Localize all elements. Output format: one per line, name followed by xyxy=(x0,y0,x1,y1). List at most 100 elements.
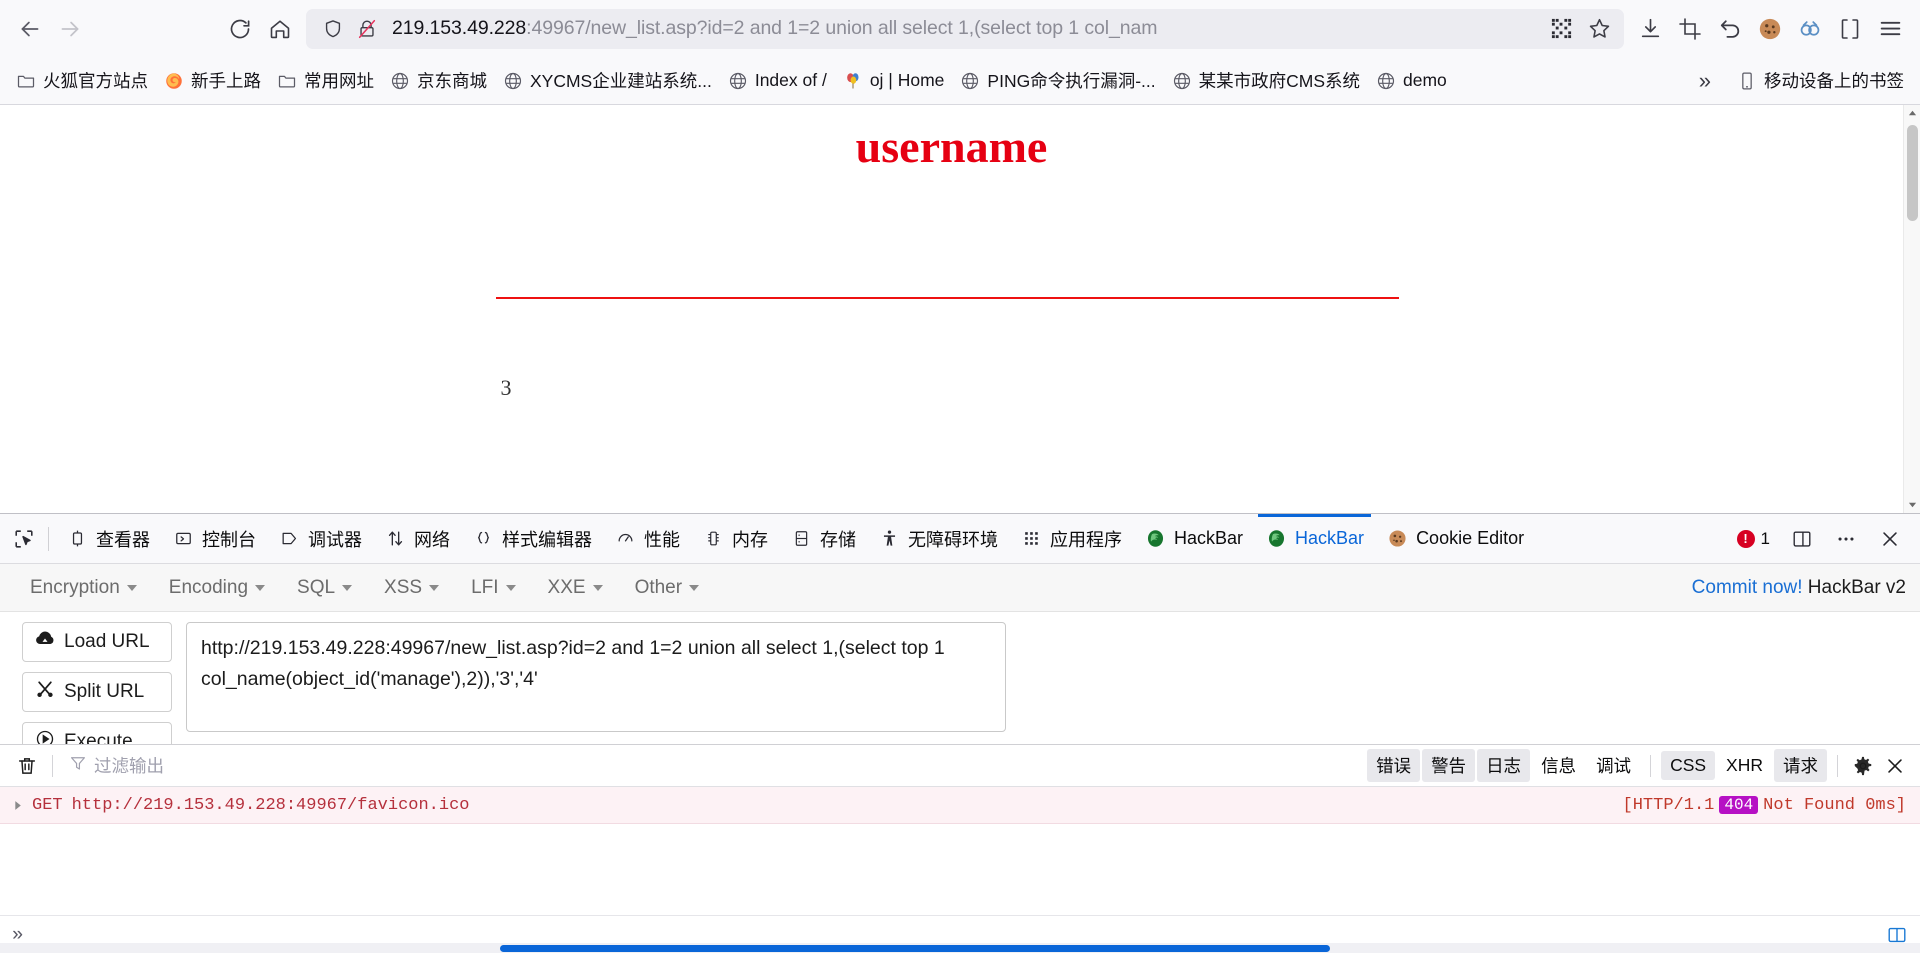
bookmark-item[interactable]: 常用网址 xyxy=(269,64,382,97)
reload-button[interactable] xyxy=(220,11,260,47)
tab-application[interactable]: 应用程序 xyxy=(1009,514,1133,563)
downloads-button[interactable] xyxy=(1630,11,1670,47)
inspector-icon xyxy=(66,528,88,550)
bookmark-item[interactable]: 新手上路 xyxy=(156,64,269,97)
menu-xss[interactable]: XSS xyxy=(368,577,455,599)
filter-debug-button[interactable]: 调试 xyxy=(1587,749,1640,782)
hackbar-icon xyxy=(1265,528,1287,550)
tab-hackbar-2[interactable]: HackBar xyxy=(1254,514,1375,563)
element-picker-icon[interactable] xyxy=(6,514,42,563)
menu-xxe[interactable]: XXE xyxy=(532,577,619,599)
execute-button[interactable]: Execute xyxy=(22,722,172,744)
bookmarks-chevron-icon[interactable]: » xyxy=(1685,66,1725,96)
menu-encoding[interactable]: Encoding xyxy=(153,577,281,599)
chevron-down-icon xyxy=(255,584,266,591)
close-icon[interactable] xyxy=(1870,521,1910,557)
load-url-button[interactable]: Load URL xyxy=(22,622,172,662)
scroll-down-arrow[interactable] xyxy=(1904,496,1920,513)
page-content: username 3 xyxy=(0,105,1903,513)
filter-errors-button[interactable]: 错误 xyxy=(1367,749,1421,782)
bookmark-item[interactable]: PING命令执行漏洞-... xyxy=(952,64,1163,97)
devtools-toolbar-actions: ! 1 xyxy=(1729,521,1914,557)
bookmark-item[interactable]: 某某市政府CMS系统 xyxy=(1164,64,1368,97)
tab-network[interactable]: 网络 xyxy=(373,514,461,563)
request-method: GET xyxy=(32,795,63,815)
proxy-extension-icon[interactable] xyxy=(1790,11,1830,47)
bookmark-item[interactable]: demo xyxy=(1368,66,1455,95)
qr-code-icon[interactable] xyxy=(1542,12,1580,46)
filter-logs-button[interactable]: 日志 xyxy=(1477,749,1531,782)
tab-debugger[interactable]: 调试器 xyxy=(267,514,373,563)
tab-performance[interactable]: 性能 xyxy=(603,514,691,563)
forward-button[interactable] xyxy=(50,11,90,47)
tab-hackbar-1[interactable]: HackBar xyxy=(1133,514,1254,563)
navigation-toolbar: 219.153.49.228:49967/new_list.asp?id=2 a… xyxy=(0,0,1920,57)
page-vertical-scrollbar[interactable] xyxy=(1903,105,1920,513)
devtools-horizontal-scrollbar[interactable] xyxy=(0,943,1920,953)
console-filter-buttons: 错误 警告 日志 信息 调试 CSS XHR 请求 xyxy=(1367,749,1910,782)
url-bar[interactable]: 219.153.49.228:49967/new_list.asp?id=2 a… xyxy=(306,8,1624,49)
undo-button[interactable] xyxy=(1710,11,1750,47)
menu-other[interactable]: Other xyxy=(619,577,716,599)
menu-lfi[interactable]: LFI xyxy=(455,577,531,599)
triangle-right-icon[interactable] xyxy=(12,800,32,811)
menu-sql[interactable]: SQL xyxy=(281,577,368,599)
bookmark-label: 常用网址 xyxy=(304,71,374,91)
commit-now-link[interactable]: Commit now! xyxy=(1692,577,1803,598)
tab-console[interactable]: 控制台 xyxy=(161,514,267,563)
scrollbar-thumb[interactable] xyxy=(500,945,1330,952)
home-button[interactable] xyxy=(260,11,300,47)
console-filter-input[interactable]: 过滤输出 xyxy=(69,753,164,778)
back-button[interactable] xyxy=(10,11,50,47)
url-host: 219.153.49.228 xyxy=(392,17,527,39)
console-message-list: GET http://219.153.49.228:49967/favicon.… xyxy=(0,787,1920,915)
tab-storage[interactable]: 存储 xyxy=(779,514,867,563)
tab-memory[interactable]: 内存 xyxy=(691,514,779,563)
hackbar-cookie-icon[interactable] xyxy=(1750,11,1790,47)
shield-icon[interactable] xyxy=(316,13,350,45)
split-console-icon[interactable] xyxy=(1782,521,1822,557)
tab-accessibility[interactable]: 无障碍环境 xyxy=(867,514,1009,563)
container-tabs-button[interactable] xyxy=(1830,11,1870,47)
url-text[interactable]: 219.153.49.228:49967/new_list.asp?id=2 a… xyxy=(392,17,1542,40)
devtools-error-count[interactable]: ! 1 xyxy=(1729,529,1778,549)
scroll-up-arrow[interactable] xyxy=(1904,105,1920,122)
meatball-menu-icon[interactable] xyxy=(1826,521,1866,557)
tab-inspector[interactable]: 查看器 xyxy=(55,514,161,563)
request-status: [HTTP/1.1 404 Not Found 0ms] xyxy=(1623,796,1906,815)
bookmark-item[interactable]: XYCMS企业建站系统... xyxy=(495,64,720,97)
console-message-row[interactable]: GET http://219.153.49.228:49967/favicon.… xyxy=(0,787,1920,824)
menu-encryption[interactable]: Encryption xyxy=(14,577,153,599)
filter-info-button[interactable]: 信息 xyxy=(1532,749,1585,782)
tab-label: 存储 xyxy=(820,529,856,550)
folder-icon xyxy=(278,75,296,87)
trash-icon[interactable] xyxy=(10,755,44,777)
gear-icon[interactable] xyxy=(1848,751,1878,781)
horizontal-rule xyxy=(496,297,1399,299)
network-icon xyxy=(384,528,406,550)
close-icon[interactable] xyxy=(1880,751,1910,781)
star-outline-icon[interactable] xyxy=(1580,12,1618,46)
status-badge: 404 xyxy=(1719,796,1759,814)
scrollbar-thumb[interactable] xyxy=(1907,125,1918,221)
screenshot-crop-button[interactable] xyxy=(1670,11,1710,47)
bookmark-item[interactable]: 京东商城 xyxy=(382,64,495,97)
filter-warnings-button[interactable]: 警告 xyxy=(1422,749,1476,782)
tab-cookie-editor[interactable]: Cookie Editor xyxy=(1375,514,1535,563)
tab-label: 无障碍环境 xyxy=(908,529,998,550)
hackbar-url-input[interactable]: http://219.153.49.228:49967/new_list.asp… xyxy=(186,622,1006,732)
bookmark-item[interactable]: oj | Home xyxy=(835,66,953,95)
lock-crossed-out-icon[interactable] xyxy=(350,13,384,45)
style-editor-icon xyxy=(472,528,494,550)
debugger-icon xyxy=(278,528,300,550)
split-url-button[interactable]: Split URL xyxy=(22,672,172,712)
filter-css-button[interactable]: CSS xyxy=(1661,751,1716,780)
bookmark-item[interactable]: Index of / xyxy=(720,66,835,95)
tab-style-editor[interactable]: 样式编辑器 xyxy=(461,514,603,563)
filter-xhr-button[interactable]: XHR xyxy=(1717,751,1772,780)
hamburger-menu-icon[interactable] xyxy=(1870,11,1910,47)
bookmark-item[interactable]: 火狐官方站点 xyxy=(8,64,156,97)
button-label: Split URL xyxy=(64,681,145,702)
filter-requests-button[interactable]: 请求 xyxy=(1774,749,1827,782)
mobile-bookmarks-item[interactable]: 移动设备上的书签 xyxy=(1729,64,1912,97)
